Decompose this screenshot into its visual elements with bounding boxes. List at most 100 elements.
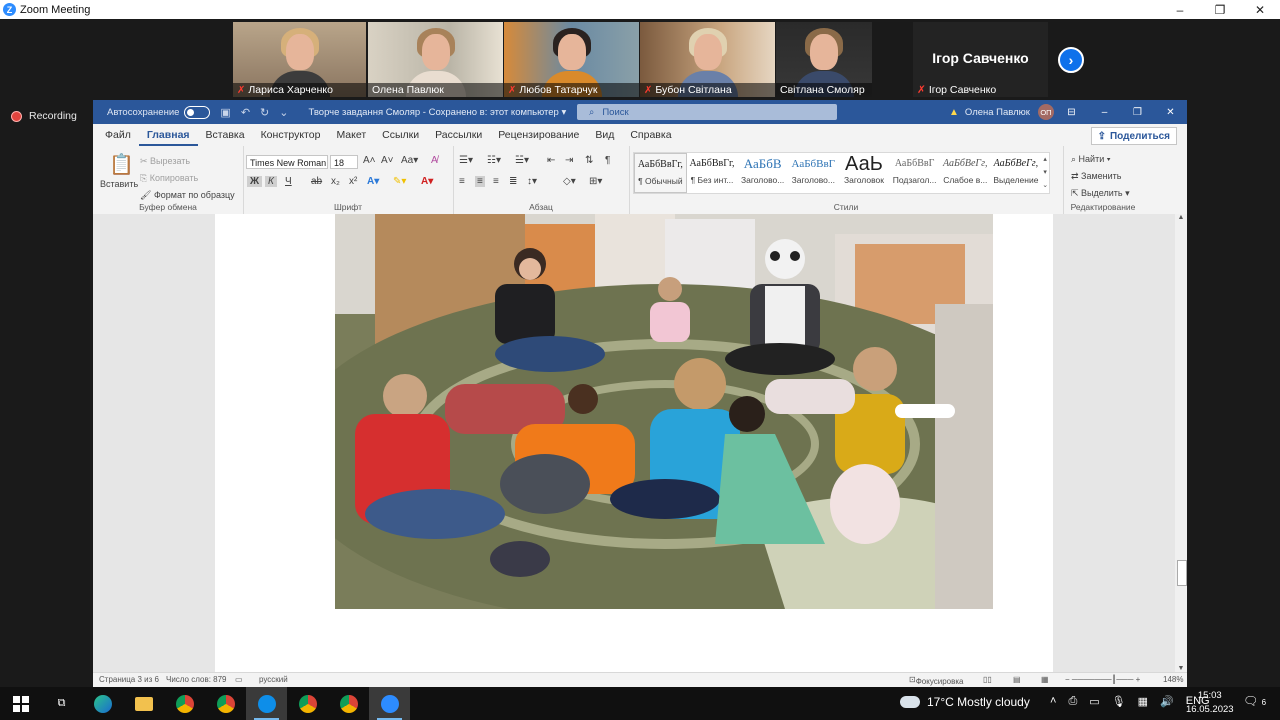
replace-button[interactable]: ⇄ Заменить — [1071, 171, 1122, 182]
style-normal[interactable]: АаБбВвГг, ¶ Обычный — [634, 153, 687, 193]
chrome-profile-icon[interactable] — [287, 687, 328, 720]
document-title[interactable]: Творче завдання Смоляр - Сохранено в: эт… — [308, 107, 566, 118]
select-button[interactable]: ⇱ Выделить ▾ — [1071, 188, 1130, 199]
save-icon[interactable]: ▣ — [220, 106, 230, 119]
zoom-app-icon[interactable] — [369, 687, 410, 720]
undo-icon[interactable]: ↶ — [241, 106, 250, 119]
paste-button[interactable]: Вставить — [100, 179, 138, 189]
font-name-select[interactable]: Times New Roman — [246, 155, 328, 169]
superscript-icon[interactable]: x² — [349, 176, 357, 187]
search-box[interactable]: ⌕ Поиск — [577, 104, 837, 120]
close-button[interactable]: ✕ — [1154, 107, 1187, 118]
align-right-icon[interactable]: ≡ — [493, 176, 499, 187]
chrome-icon[interactable] — [164, 687, 205, 720]
participant-tile-no-video[interactable]: Ігор Савченко ✗ Ігор Савченко — [913, 22, 1048, 97]
style-subtitle[interactable]: АаБбВвГ Подзагол... — [889, 153, 940, 193]
participant-tile[interactable]: Світлана Смоляр — [776, 22, 872, 97]
underline-button[interactable]: Ч — [285, 176, 292, 187]
volume-icon[interactable]: 🔊 — [1160, 695, 1174, 708]
shading-icon[interactable]: ◇▾ — [563, 176, 576, 187]
style-heading-1[interactable]: АаБбВ Заголово... — [737, 153, 788, 193]
minimize-button[interactable]: – — [1160, 3, 1200, 17]
change-case-icon[interactable]: Aa▾ — [401, 155, 418, 166]
proofing-icon[interactable]: ▭ — [235, 675, 243, 684]
scroll-down-icon[interactable]: ▼ — [1175, 665, 1187, 672]
tab-home[interactable]: Главная — [138, 129, 198, 146]
style-no-spacing[interactable]: АаБбВвГг, ¶ Без инт... — [687, 153, 738, 193]
maximize-button[interactable]: ❐ — [1200, 3, 1240, 17]
close-button[interactable]: ✕ — [1240, 3, 1280, 17]
document-page[interactable] — [215, 214, 1053, 672]
line-spacing-icon[interactable]: ↕▾ — [527, 176, 537, 187]
tab-review[interactable]: Рецензирование — [490, 129, 587, 146]
paste-icon[interactable]: 📋 — [109, 152, 134, 177]
multilevel-list-icon[interactable]: ☱▾ — [515, 155, 529, 166]
share-button[interactable]: ⇪ Поделиться — [1090, 127, 1177, 145]
recording-indicator[interactable]: Recording — [11, 110, 77, 122]
focus-button[interactable]: ⊡ Фокусировка — [909, 675, 963, 686]
shrink-font-icon[interactable]: A˅ — [381, 155, 394, 166]
chevron-up-icon[interactable]: ˄ — [1050, 695, 1056, 708]
zoom-level[interactable]: 148% — [1163, 675, 1183, 684]
copy-button[interactable]: ⎘ Копировать — [140, 173, 198, 184]
clear-formatting-icon[interactable]: A̸ — [431, 155, 438, 166]
participant-tile[interactable]: Олена Павлюк — [368, 22, 503, 97]
bullets-icon[interactable]: ☰▾ — [459, 155, 473, 166]
weather-widget[interactable]: 17°C Mostly cloudy — [900, 695, 1030, 709]
restore-button[interactable]: ❐ — [1121, 107, 1154, 118]
notifications-button[interactable]: 🗨 6 — [1243, 694, 1266, 708]
windows-start-icon[interactable] — [0, 687, 41, 720]
participant-tile[interactable]: ✗ Любов Татарчук — [504, 22, 639, 97]
align-left-icon[interactable]: ≡ — [459, 176, 465, 187]
grow-font-icon[interactable]: A˄ — [363, 155, 376, 166]
style-title[interactable]: АаЬ Заголовок — [839, 153, 890, 193]
tab-mailings[interactable]: Рассылки — [427, 129, 490, 146]
vertical-scrollbar[interactable]: ▲ ▼ — [1175, 214, 1187, 672]
task-view-icon[interactable]: ⧉ — [41, 687, 82, 720]
scrollbar-thumb[interactable] — [1177, 560, 1187, 586]
microphone-icon[interactable]: 🎙 — [1112, 695, 1126, 708]
styles-scroll-icon[interactable]: ▴ ▾ ⌄ — [1041, 153, 1049, 193]
zoom-slider[interactable]: − ───────┃─── + — [1065, 675, 1145, 684]
autosave-toggle[interactable]: Автосохранение — [107, 105, 211, 119]
word-count[interactable]: Число слов: 879 — [166, 675, 226, 684]
bold-button[interactable]: Ж — [247, 176, 263, 187]
account[interactable]: ▲ Олена Павлюк ОП — [949, 104, 1054, 120]
ribbon-display-icon[interactable]: ⊟ — [1055, 107, 1088, 118]
style-heading-2[interactable]: АаБбВвГ Заголово... — [788, 153, 839, 193]
italic-button[interactable]: К — [265, 176, 277, 187]
text-effects-icon[interactable]: A▾ — [367, 176, 379, 187]
borders-icon[interactable]: ⊞▾ — [589, 176, 602, 187]
font-size-select[interactable]: 18 — [330, 155, 358, 169]
next-page-button[interactable]: › — [1058, 47, 1084, 73]
align-center-icon[interactable]: ≡ — [475, 176, 485, 187]
font-color-icon[interactable]: A▾ — [421, 176, 433, 187]
page-count[interactable]: Страница 3 из 6 — [99, 675, 159, 684]
show-marks-icon[interactable]: ¶ — [605, 155, 610, 166]
increase-indent-icon[interactable]: ⇥ — [565, 155, 573, 166]
style-emphasis[interactable]: АаБбВеГг, Выделение — [991, 153, 1042, 193]
tab-view[interactable]: Вид — [587, 129, 622, 146]
minimize-button[interactable]: – — [1088, 107, 1121, 118]
participant-tile[interactable]: ✗ Бубон Світлана — [640, 22, 775, 97]
format-painter-button[interactable]: 🖌 Формат по образцу — [140, 190, 235, 201]
sort-icon[interactable]: ⇅ — [585, 155, 593, 166]
tab-layout[interactable]: Макет — [328, 129, 374, 146]
teamviewer-icon[interactable] — [246, 687, 287, 720]
subscript-icon[interactable]: x₂ — [331, 176, 340, 187]
tab-file[interactable]: Файл — [97, 129, 139, 146]
clock[interactable]: 15:03 16.05.2023 — [1186, 689, 1234, 717]
decrease-indent-icon[interactable]: ⇤ — [547, 155, 555, 166]
battery-icon[interactable]: ▭ — [1089, 695, 1099, 708]
redo-icon[interactable]: ↻ — [260, 106, 269, 119]
file-explorer-icon[interactable] — [123, 687, 164, 720]
cut-button[interactable]: ✂ Вырезать — [140, 156, 190, 167]
usb-icon[interactable]: ⎙ — [1068, 695, 1077, 708]
participant-tile[interactable]: ✗ Лариса Харченко — [233, 22, 366, 97]
read-mode-icon[interactable]: ▯▯ — [983, 675, 992, 684]
chrome-profile-icon[interactable] — [205, 687, 246, 720]
tab-help[interactable]: Справка — [622, 129, 679, 146]
customize-qat-icon[interactable]: ⌄ — [279, 106, 288, 119]
justify-icon[interactable]: ≣ — [509, 176, 517, 187]
style-subtle-emphasis[interactable]: АаБбВеГг, Слабое в... — [940, 153, 991, 193]
